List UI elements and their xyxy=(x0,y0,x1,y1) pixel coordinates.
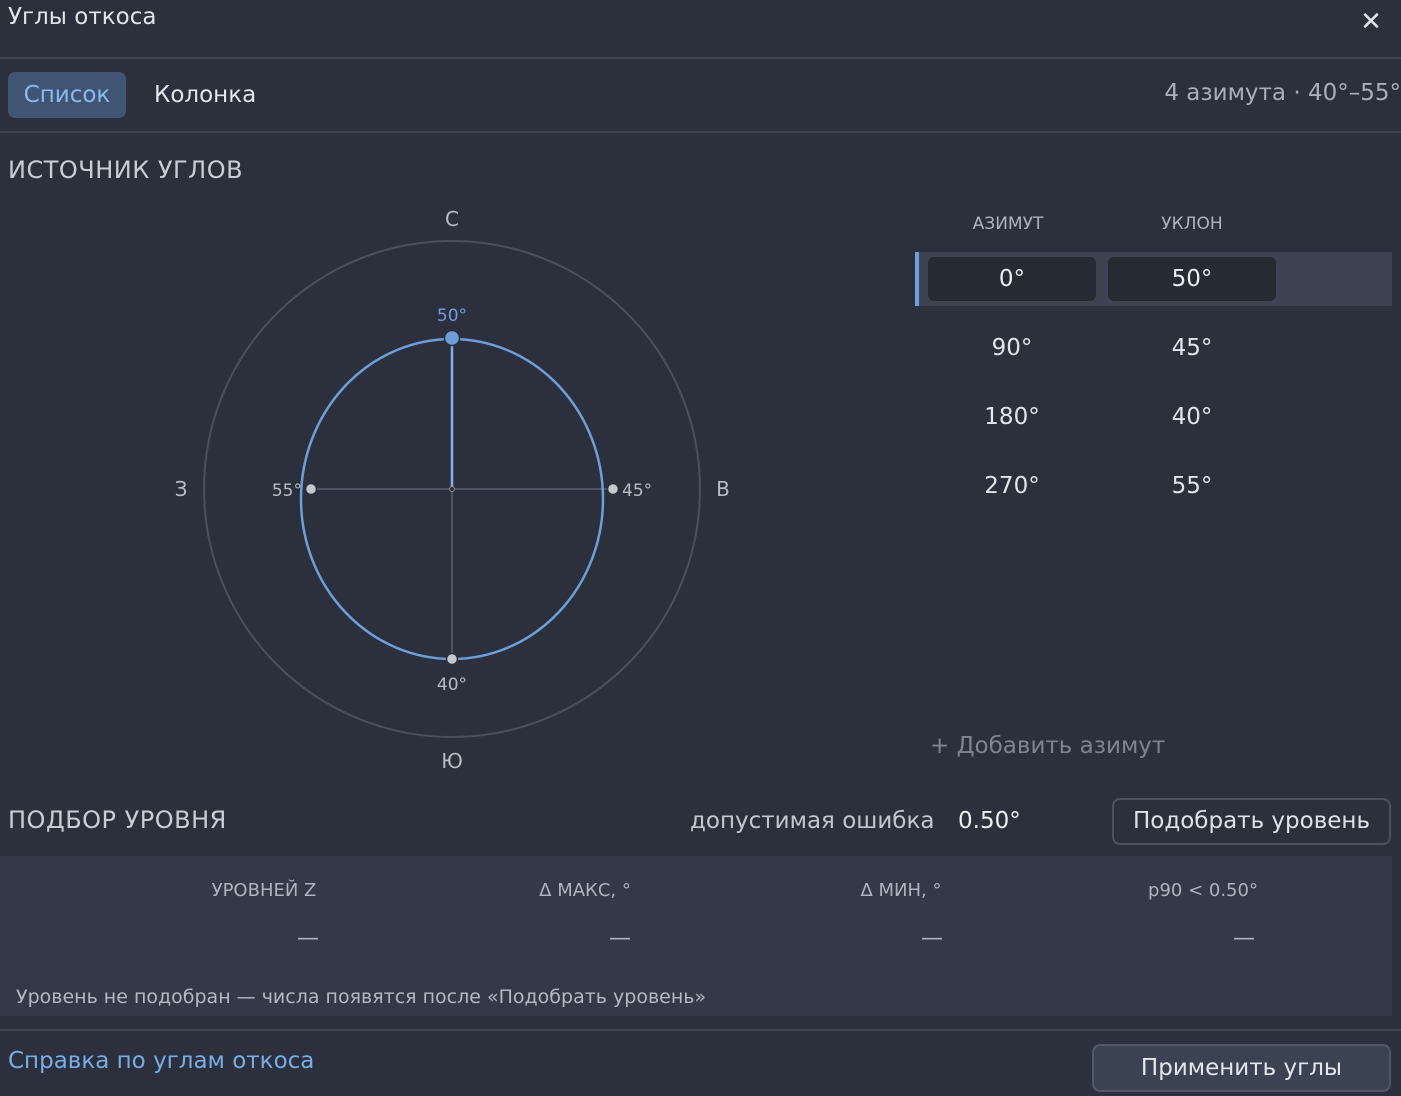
azimuth-point[interactable] xyxy=(445,652,459,666)
stat-value-levels: — xyxy=(297,926,319,951)
tab-list[interactable]: Список xyxy=(8,72,126,118)
footer-divider xyxy=(0,1029,1401,1031)
tab-column[interactable]: Колонка xyxy=(139,72,271,118)
stat-header-p90: p90 < 0.50° xyxy=(1148,880,1258,901)
compass-chart: С В Ю З 50° 45° 40° 55° xyxy=(175,207,730,773)
level-status-note: Уровень не подобран — числа появятся пос… xyxy=(16,986,707,1008)
compass-center xyxy=(449,486,455,492)
compass-label-west: З xyxy=(175,477,188,501)
column-header-azimuth: АЗИМУТ xyxy=(972,214,1044,234)
azimuth-point-label: 50° xyxy=(437,306,467,326)
tolerance-label: допустимая ошибка xyxy=(690,808,935,834)
table-row-azimuth[interactable]: 270° xyxy=(928,473,1096,499)
tabs-divider xyxy=(0,131,1401,133)
azimuth-summary: 4 азимута · 40°–55° xyxy=(1164,80,1401,106)
stat-header-levels: УРОВНЕЙ Z xyxy=(211,880,317,901)
table-row-azimuth[interactable]: 180° xyxy=(928,404,1096,430)
compass-label-east: В xyxy=(716,477,730,501)
dialog-title: Углы откоса xyxy=(8,4,157,30)
table-row-azimuth[interactable]: 90° xyxy=(928,335,1096,361)
stat-value-p90: — xyxy=(1233,926,1255,951)
azimuth-point[interactable] xyxy=(443,329,461,347)
source-heading: ИСТОЧНИК УГЛОВ xyxy=(8,156,244,184)
stat-value-delta-min: — xyxy=(921,926,943,951)
apply-angles-button[interactable]: Применить углы xyxy=(1092,1044,1391,1092)
table-row-slope[interactable]: 55° xyxy=(1108,473,1276,499)
azimuth-input[interactable]: 0° xyxy=(928,257,1096,301)
azimuth-point[interactable] xyxy=(606,482,620,496)
close-icon[interactable]: ✕ xyxy=(1355,6,1387,38)
stat-header-delta-max: Δ МАКС, ° xyxy=(539,880,631,901)
column-header-slope: УКЛОН xyxy=(1161,214,1223,234)
stat-header-delta-min: Δ МИН, ° xyxy=(860,880,942,901)
table-row-slope[interactable]: 40° xyxy=(1108,404,1276,430)
compass-label-south: Ю xyxy=(441,749,463,773)
compass-label-north: С xyxy=(445,207,459,231)
azimuth-point-label: 45° xyxy=(622,481,652,501)
azimuth-point[interactable] xyxy=(304,482,318,496)
azimuth-point-label: 55° xyxy=(272,481,302,501)
slope-input[interactable]: 50° xyxy=(1108,257,1276,301)
fit-level-button[interactable]: Подобрать уровень xyxy=(1112,798,1391,845)
title-divider xyxy=(0,57,1401,59)
azimuth-point-label: 40° xyxy=(437,675,467,695)
add-azimuth-button[interactable]: + Добавить азимут xyxy=(930,733,1165,759)
level-heading: ПОДБОР УРОВНЯ xyxy=(8,806,227,834)
stat-value-delta-max: — xyxy=(609,926,631,951)
table-row-slope[interactable]: 45° xyxy=(1108,335,1276,361)
tolerance-field[interactable]: 0.50° xyxy=(958,808,1021,834)
help-link[interactable]: Справка по углам откоса xyxy=(8,1048,314,1074)
